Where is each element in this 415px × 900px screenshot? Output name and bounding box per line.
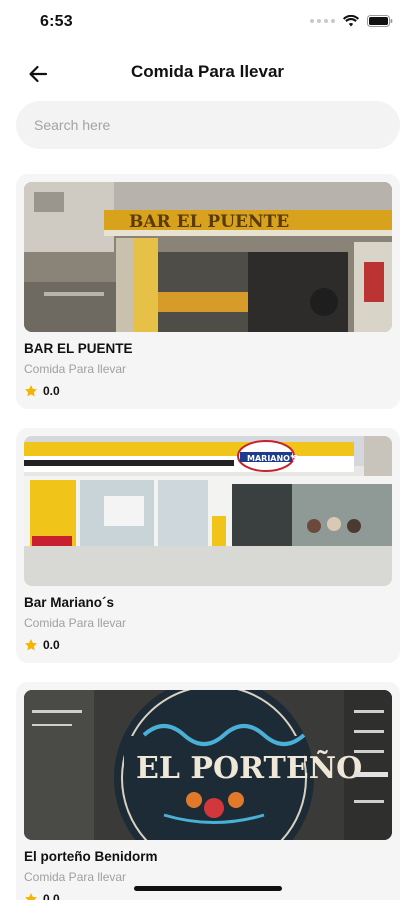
wifi-icon (343, 15, 359, 27)
star-icon (25, 639, 37, 651)
restaurant-photo: BAR EL PUENTE (24, 182, 392, 332)
star-icon (25, 893, 37, 900)
restaurant-photo: MARIANO'S (24, 436, 392, 586)
restaurant-card[interactable]: EL PORTEÑO El porteño Benidorm Comida Pa… (16, 682, 400, 900)
restaurant-name: BAR EL PUENTE (24, 341, 133, 356)
status-bar: 6:53 (0, 0, 415, 46)
page-title: Comida Para llevar (130, 62, 285, 81)
star-icon (25, 385, 37, 397)
app-header: Comida Para llevar (0, 52, 415, 92)
rating-value: 0.0 (43, 638, 60, 652)
restaurant-list: BAR EL PUENTE BAR EL PUENTE Comida Para … (16, 174, 400, 900)
search-input[interactable] (16, 101, 400, 149)
restaurant-name: Bar Mariano´s (24, 595, 115, 610)
status-icons (310, 15, 393, 27)
restaurant-name: El porteño Benidorm (24, 849, 158, 864)
signal-icon (310, 19, 335, 23)
status-time: 6:53 (40, 13, 73, 30)
sign-text: EL PORTEÑO (136, 750, 362, 786)
restaurant-category: Comida Para llevar (24, 362, 127, 376)
search-bar[interactable] (16, 101, 400, 149)
home-indicator (134, 886, 282, 891)
restaurant-rating: 0.0 (24, 384, 60, 398)
rating-value: 0.0 (43, 892, 60, 900)
restaurant-rating: 0.0 (24, 638, 60, 652)
restaurant-category: Comida Para llevar (24, 616, 127, 630)
restaurant-photo: EL PORTEÑO (24, 690, 392, 840)
restaurant-card[interactable]: MARIANO'S Bar Mariano´s Comida Para llev… (16, 428, 400, 663)
restaurant-rating: 0.0 (24, 892, 60, 900)
sign-text: MARIANO'S (247, 454, 298, 463)
restaurant-card[interactable]: BAR EL PUENTE BAR EL PUENTE Comida Para … (16, 174, 400, 409)
sign-text: BAR EL PUENTE (129, 212, 289, 232)
battery-icon (367, 15, 393, 27)
rating-value: 0.0 (43, 384, 60, 398)
restaurant-category: Comida Para llevar (24, 870, 127, 884)
